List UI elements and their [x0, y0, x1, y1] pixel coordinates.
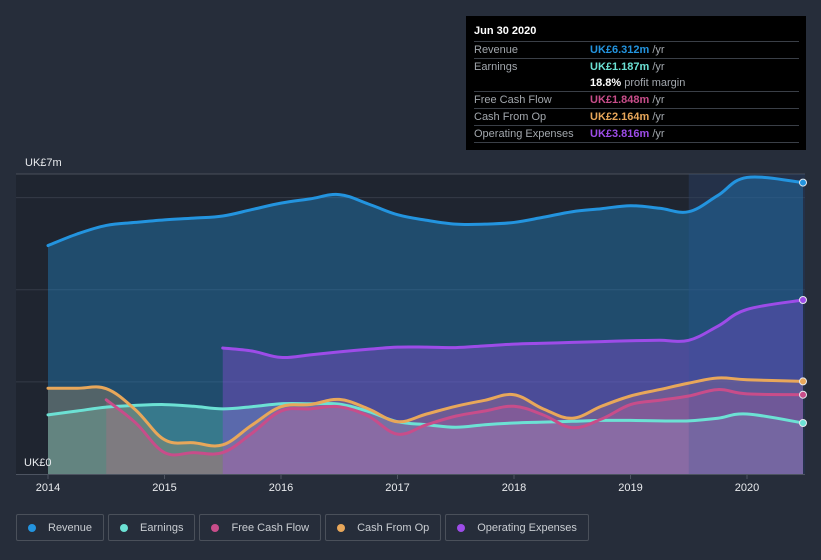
tooltip-label: Revenue [474, 44, 519, 56]
operating-expenses-dot-icon [457, 523, 466, 532]
y-axis-top-label: UK£7m [25, 157, 62, 169]
tooltip-unit: profit margin [624, 77, 686, 89]
legend-label: Earnings [140, 521, 184, 534]
tooltip-row-profit-margin: 18.8% profit margin [474, 75, 799, 92]
tooltip-row-operating-expenses: Operating Expenses UK£3.816m /yr [474, 126, 799, 143]
tooltip-value: UK£2.164m [590, 111, 650, 123]
legend-item-earnings[interactable]: Earnings [108, 514, 196, 541]
x-tick-label: 2016 [269, 482, 293, 494]
tooltip-unit: /yr [652, 61, 665, 73]
operating-expenses-end-marker [799, 296, 807, 304]
revenue-end-marker [799, 178, 807, 187]
legend-item-cash-from-op[interactable]: Cash From Op [325, 514, 442, 541]
tooltip-label: Earnings [474, 61, 518, 73]
tooltip-value: UK£1.848m [590, 94, 650, 106]
tooltip-row-free-cash-flow: Free Cash Flow UK£1.848m /yr [474, 92, 799, 109]
free-cash-flow-dot-icon [211, 523, 220, 532]
tooltip-value: UK£6.312m [590, 44, 650, 56]
legend-item-operating-expenses[interactable]: Operating Expenses [445, 514, 589, 541]
x-axis-ticks: 2014 2015 2016 2017 2018 2019 2020 [36, 474, 759, 494]
tooltip-unit: /yr [652, 94, 665, 106]
tooltip-label: Operating Expenses [474, 128, 574, 140]
revenue-dot-icon [28, 523, 36, 532]
data-tooltip: Jun 30 2020 Revenue UK£6.312m /yr Earnin… [466, 16, 806, 150]
earnings-end-marker [799, 419, 807, 427]
tooltip-row-earnings: Earnings UK£1.187m /yr [474, 59, 799, 75]
tooltip-unit: /yr [652, 111, 665, 123]
legend-item-free-cash-flow[interactable]: Free Cash Flow [199, 514, 322, 541]
legend-label: Free Cash Flow [231, 521, 310, 534]
tooltip-date: Jun 30 2020 [474, 23, 799, 42]
free-cash-flow-end-marker [799, 390, 807, 399]
tooltip-unit: /yr [652, 44, 665, 56]
tooltip-label: Free Cash Flow [474, 94, 552, 106]
x-tick-label: 2017 [385, 482, 409, 494]
x-tick-label: 2019 [618, 482, 642, 494]
x-tick-label: 2015 [152, 482, 176, 494]
legend-label: Cash From Op [357, 521, 430, 534]
tooltip-value: UK£3.816m [590, 128, 650, 140]
tooltip-value: UK£1.187m [590, 61, 650, 73]
legend-item-revenue[interactable]: Revenue [16, 514, 105, 541]
tooltip-row-cash-from-op: Cash From Op UK£2.164m /yr [474, 109, 799, 126]
x-tick-label: 2018 [502, 482, 526, 494]
legend-label: Revenue [48, 521, 93, 534]
y-axis-bottom-label: UK£0 [24, 457, 52, 469]
tooltip-label: Cash From Op [474, 111, 547, 123]
legend-label: Operating Expenses [477, 521, 577, 534]
cash-from-op-dot-icon [337, 523, 346, 532]
x-tick-label: 2020 [735, 482, 759, 494]
forecast-highlight-region [688, 174, 805, 474]
tooltip-value: 18.8% [590, 77, 622, 89]
tooltip-row-revenue: Revenue UK£6.312m /yr [474, 42, 799, 59]
tooltip-label [474, 75, 590, 91]
earnings-dot-icon [120, 523, 129, 532]
x-tick-label: 2014 [36, 482, 60, 494]
tooltip-unit: /yr [652, 128, 665, 140]
cash-from-op-end-marker [799, 377, 807, 386]
chart-legend: Revenue Earnings Free Cash Flow Cash Fro… [16, 514, 589, 541]
